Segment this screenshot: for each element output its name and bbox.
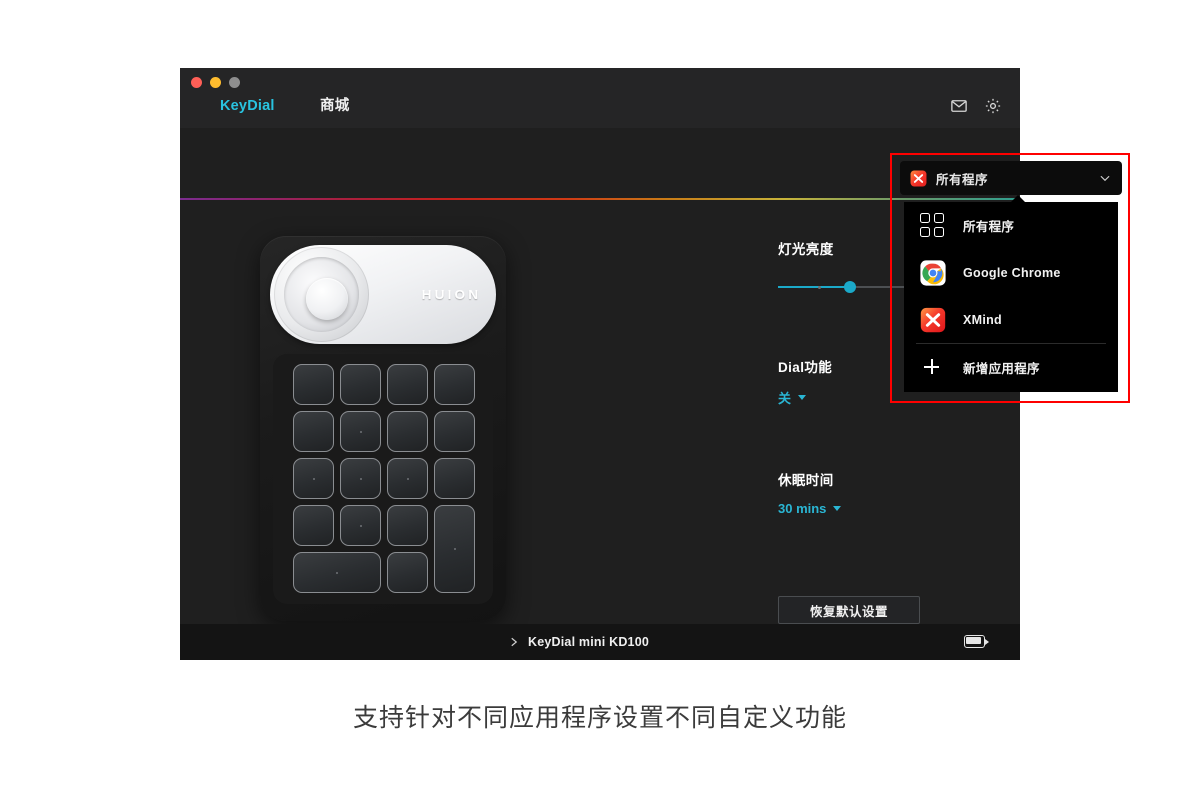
chevron-right-icon[interactable] — [509, 636, 519, 648]
device-key — [340, 458, 381, 499]
device-key-grid — [293, 364, 475, 594]
device-key-tall — [434, 505, 475, 593]
device-key — [293, 364, 334, 405]
device-key — [387, 411, 428, 452]
device-key — [340, 411, 381, 452]
tab-shop[interactable]: 商城 — [320, 96, 349, 116]
caption-text: 支持针对不同应用程序设置不同自定义功能 — [352, 704, 847, 732]
close-button[interactable] — [191, 77, 202, 88]
window-controls[interactable] — [191, 77, 240, 88]
slider-tick — [818, 285, 821, 289]
device-key — [387, 458, 428, 499]
app-window: KeyDial 商城 HUION 灯光亮度 Dial功能 关 休眠时间 30 m… — [180, 68, 1130, 660]
menu-item-add-application[interactable]: 新增应用程序 — [904, 344, 1118, 390]
dial-value: 关 — [778, 391, 792, 406]
device-key — [387, 505, 428, 546]
screenshot-canvas: KeyDial 商城 HUION 灯光亮度 Dial功能 关 休眠时间 30 m… — [0, 0, 1200, 800]
device-key-wide — [293, 552, 381, 593]
device-key — [340, 364, 381, 405]
title-bar: KeyDial 商城 — [180, 68, 1020, 128]
plus-icon — [920, 354, 946, 380]
reset-defaults-button[interactable]: 恢复默认设置 — [778, 596, 920, 624]
mail-icon[interactable] — [950, 97, 968, 115]
menu-item-label: XMind — [963, 312, 1002, 327]
device-illustration: HUION — [260, 236, 506, 621]
minimize-button[interactable] — [210, 77, 221, 88]
device-brand-logo: HUION — [421, 287, 482, 302]
status-bar: KeyDial mini KD100 — [180, 624, 1020, 660]
app-selector-trigger[interactable]: 所有程序 — [900, 161, 1122, 195]
device-key — [434, 458, 475, 499]
device-key — [434, 364, 475, 405]
chrome-icon — [920, 259, 946, 286]
app-selector-menu: 所有程序 Google Chrome XMind 新增应用程序 — [904, 202, 1118, 392]
slider-fill — [778, 286, 850, 288]
sleep-value: 30 mins — [778, 501, 827, 516]
tab-bar: KeyDial 商城 — [220, 96, 349, 116]
device-key — [387, 552, 428, 593]
device-key — [293, 411, 334, 452]
device-preview-pane: HUION — [180, 201, 600, 660]
xmind-icon — [910, 170, 927, 186]
sleep-label: 休眠时间 — [778, 473, 834, 488]
app-selector-highlight: 所有程序 所有程序 Google Chrome XMind 新增应用程序 — [890, 153, 1130, 403]
device-dial-plate: HUION — [270, 245, 496, 344]
device-name-label: KeyDial mini KD100 — [528, 635, 650, 649]
tab-keydial[interactable]: KeyDial — [220, 96, 320, 116]
device-key — [293, 458, 334, 499]
device-keybed — [273, 354, 493, 604]
sleep-dropdown[interactable]: 30 mins — [778, 501, 1038, 516]
device-dial-outer — [274, 247, 369, 342]
menu-item-google-chrome[interactable]: Google Chrome — [904, 249, 1118, 296]
device-key — [387, 364, 428, 405]
chevron-down-icon — [833, 506, 842, 511]
device-dial-knob — [306, 278, 348, 320]
sleep-setting-block: 休眠时间 30 mins — [778, 469, 1038, 516]
header-icon-group — [950, 97, 1002, 115]
device-dial-ring — [284, 257, 359, 332]
device-key — [434, 411, 475, 452]
menu-item-all-programs[interactable]: 所有程序 — [904, 202, 1118, 249]
gear-icon[interactable] — [984, 97, 1002, 115]
menu-item-label: 所有程序 — [963, 220, 1015, 234]
all-programs-grid-icon — [920, 212, 946, 239]
chevron-down-icon — [798, 395, 807, 400]
dropdown-caret — [1011, 195, 1025, 202]
chevron-down-icon[interactable] — [1098, 171, 1112, 185]
xmind-icon — [920, 307, 946, 332]
app-selector-value: 所有程序 — [936, 172, 989, 187]
menu-item-label: 新增应用程序 — [963, 361, 1040, 376]
slider-handle[interactable] — [844, 281, 856, 293]
battery-icon — [964, 635, 989, 648]
device-key — [340, 505, 381, 546]
zoom-button[interactable] — [229, 77, 240, 88]
menu-item-xmind[interactable]: XMind — [904, 296, 1118, 343]
menu-item-label: Google Chrome — [963, 265, 1061, 280]
device-key — [293, 505, 334, 546]
